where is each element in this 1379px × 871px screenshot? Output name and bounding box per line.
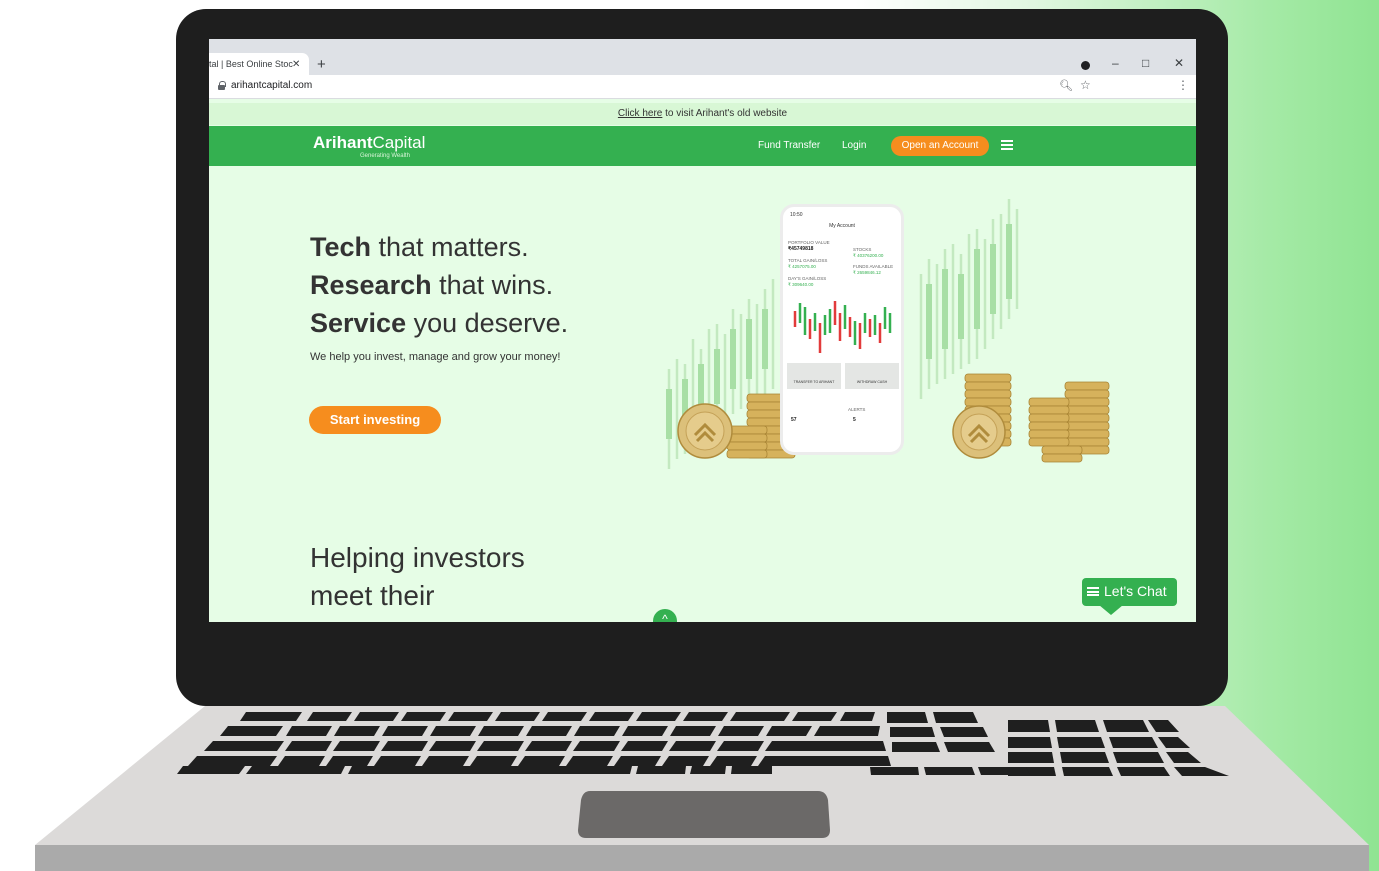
days-gain-value: ₹ 309640.00 [788,282,814,287]
alerts-value: 5 [853,417,856,423]
hero-line-1: Tech that matters. [310,232,529,262]
trackpad [578,791,830,838]
days-gain-label: DAY'S GAIN/LOSS [788,276,827,281]
zoom-icon[interactable]: 🔍︎ [1059,79,1073,92]
site-logo[interactable]: ArihantCapital [313,133,425,153]
nav-fund-transfer[interactable]: Fund Transfer [758,140,820,151]
phone-time: 10:50 [790,212,803,218]
funds-value: ₹ 2659846.12 [853,270,881,275]
hamburger-menu-icon[interactable] [1001,140,1013,150]
helping-heading-line-2: meet their [310,580,435,611]
nav-login[interactable]: Login [842,140,866,151]
url-text[interactable]: arihantcapital.com [231,80,312,91]
notice-text: to visit Arihant's old website [662,108,788,119]
coins-stack-right-illustration [952,373,1110,463]
phone-stat-value: 57 [791,417,797,423]
address-bar[interactable]: arihantcapital.com 🔍︎ ☆ ⋮ [209,75,1196,99]
old-website-notice: Click here to visit Arihant's old websit… [209,103,1196,125]
phone-title: My Account [829,223,855,229]
hero-subtitle: We help you invest, manage and grow your… [310,351,561,363]
browser-screen: tal | Best Online Stoc ✕ + – □ ✕ arihant… [209,39,1196,622]
transfer-to-arihant-button: TRANSFER TO ARIHANT [787,363,841,389]
stocks-value: ₹ 40376200.00 [853,253,884,258]
browser-tabbar: tal | Best Online Stoc ✕ + – □ ✕ [209,39,1196,75]
chat-label: Let's Chat [1104,583,1167,599]
bookmark-star-icon[interactable]: ☆ [1080,78,1091,92]
lets-chat-button[interactable]: Let's Chat [1082,578,1177,606]
gain-label: TOTAL GAIN/LOSS [788,258,828,263]
lock-icon[interactable] [218,81,226,90]
close-window-button[interactable]: ✕ [1174,56,1184,70]
browser-menu-icon[interactable]: ⋮ [1177,78,1189,92]
old-website-link[interactable]: Click here [618,108,662,119]
profile-icon[interactable] [1081,61,1090,70]
tab-close-icon[interactable]: ✕ [292,59,300,70]
phone-candlestick-chart [793,301,892,353]
maximize-button[interactable]: □ [1142,56,1149,70]
chat-bubble-tail [1099,605,1123,615]
logo-tagline: Generating Wealth [360,153,410,159]
new-tab-button[interactable]: + [317,56,326,73]
withdraw-cash-button: WITHDRAW CASH [845,363,899,389]
gain-value: ₹ 4257075.00 [788,264,816,269]
scroll-to-top-button[interactable]: ^ [653,609,677,622]
start-investing-button[interactable]: Start investing [309,406,441,434]
chat-menu-icon [1087,587,1099,596]
portfolio-label: PORTFOLIO VALUE [788,240,830,245]
open-account-button[interactable]: Open an Account [891,136,989,156]
funds-label: FUNDS AVAILABLE [853,264,894,269]
helping-heading-line-1: Helping investors [310,542,525,573]
minimize-button[interactable]: – [1112,56,1119,70]
portfolio-value: ₹45749818 [788,246,814,252]
hero-line-3: Service you deserve. [310,308,569,338]
hero-line-2: Research that wins. [310,270,554,300]
tab-title: tal | Best Online Stoc [209,59,293,69]
alerts-label: ALERTS [848,407,866,412]
stocks-label: STOCKS [853,247,872,252]
phone-app-mockup: 10:50 My Account PORTFOLIO VALUE ₹457498… [780,204,904,455]
site-navbar: ArihantCapital Generating Wealth Fund Tr… [209,126,1196,166]
